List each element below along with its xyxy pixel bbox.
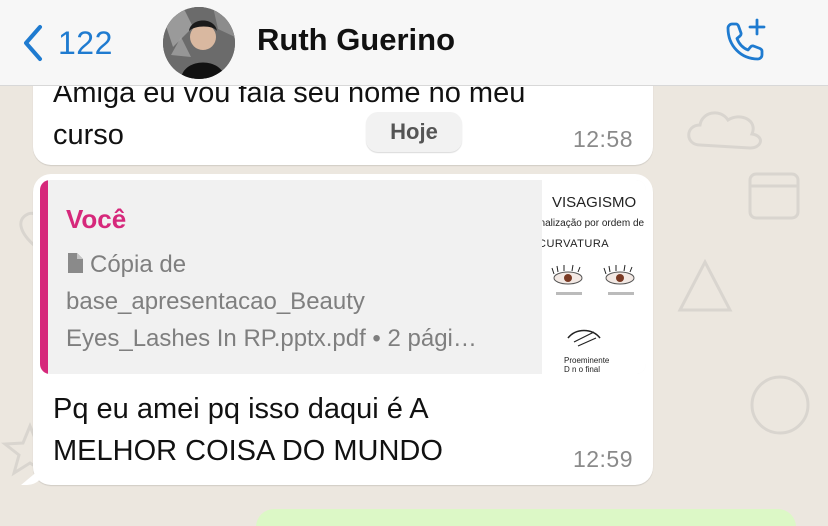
doodle-cloud-icon bbox=[687, 111, 762, 150]
phone-plus-icon bbox=[726, 18, 766, 61]
avatar[interactable] bbox=[163, 7, 235, 79]
doc-line: base_apresentacao_Beauty bbox=[66, 288, 365, 315]
thumb-heading: CURVATURA bbox=[542, 238, 610, 250]
doodle-calendar-icon bbox=[748, 172, 800, 220]
add-call-button[interactable] bbox=[720, 18, 768, 66]
reply-accent-bar bbox=[40, 180, 48, 374]
doodle-triangle-icon bbox=[677, 258, 733, 312]
doodle-circle-icon bbox=[750, 375, 810, 435]
thumb-caption-line: Proeminente bbox=[564, 356, 610, 365]
reply-author: Você bbox=[66, 204, 127, 234]
back-button[interactable]: 122 bbox=[22, 22, 113, 64]
message-line: MELHOR COISA DO MUNDO bbox=[53, 435, 443, 467]
thumb-caption: Proeminente D n o final bbox=[564, 356, 609, 374]
eye-illustration-icon bbox=[551, 264, 635, 295]
thumb-caption-line: D n o final bbox=[564, 365, 601, 374]
unread-count: 122 bbox=[58, 24, 113, 61]
message-time: 12:59 bbox=[572, 446, 633, 472]
thumb-subtitle: onalização por ordem de bbox=[542, 218, 645, 229]
doc-line: Eyes_Lashes In RP.pptx.pdf • 2 pági… bbox=[66, 325, 477, 352]
contact-name[interactable]: Ruth Guerino bbox=[257, 22, 455, 58]
thumb-title: VISAGISMO bbox=[552, 194, 637, 211]
chat-header: 122 Ruth Guerino bbox=[0, 0, 828, 86]
reply-document-name: Cópia de base_apresentacao_Beauty Eyes_L… bbox=[66, 246, 536, 357]
document-thumbnail: VISAGISMO onalização por ordem de CURVAT… bbox=[542, 180, 646, 374]
doc-line: Cópia de bbox=[90, 251, 187, 278]
message-bubble-incoming[interactable]: Você Cópia de base_apresentacao_Beauty E… bbox=[33, 174, 653, 485]
message-text: Pq eu amei pq isso daqui é A MELHOR COIS… bbox=[53, 388, 443, 472]
chevron-left-icon bbox=[24, 25, 42, 61]
message-time: 12:58 bbox=[572, 126, 633, 152]
message-bubble-outgoing[interactable] bbox=[256, 509, 796, 526]
document-icon bbox=[68, 253, 83, 273]
message-line: Pq eu amei pq isso daqui é A bbox=[53, 393, 429, 425]
contact-photo bbox=[163, 7, 235, 79]
date-separator: Hoje bbox=[366, 112, 462, 152]
quoted-reply[interactable]: Você Cópia de base_apresentacao_Beauty E… bbox=[40, 180, 646, 374]
eye-sketch-icon bbox=[567, 329, 601, 347]
